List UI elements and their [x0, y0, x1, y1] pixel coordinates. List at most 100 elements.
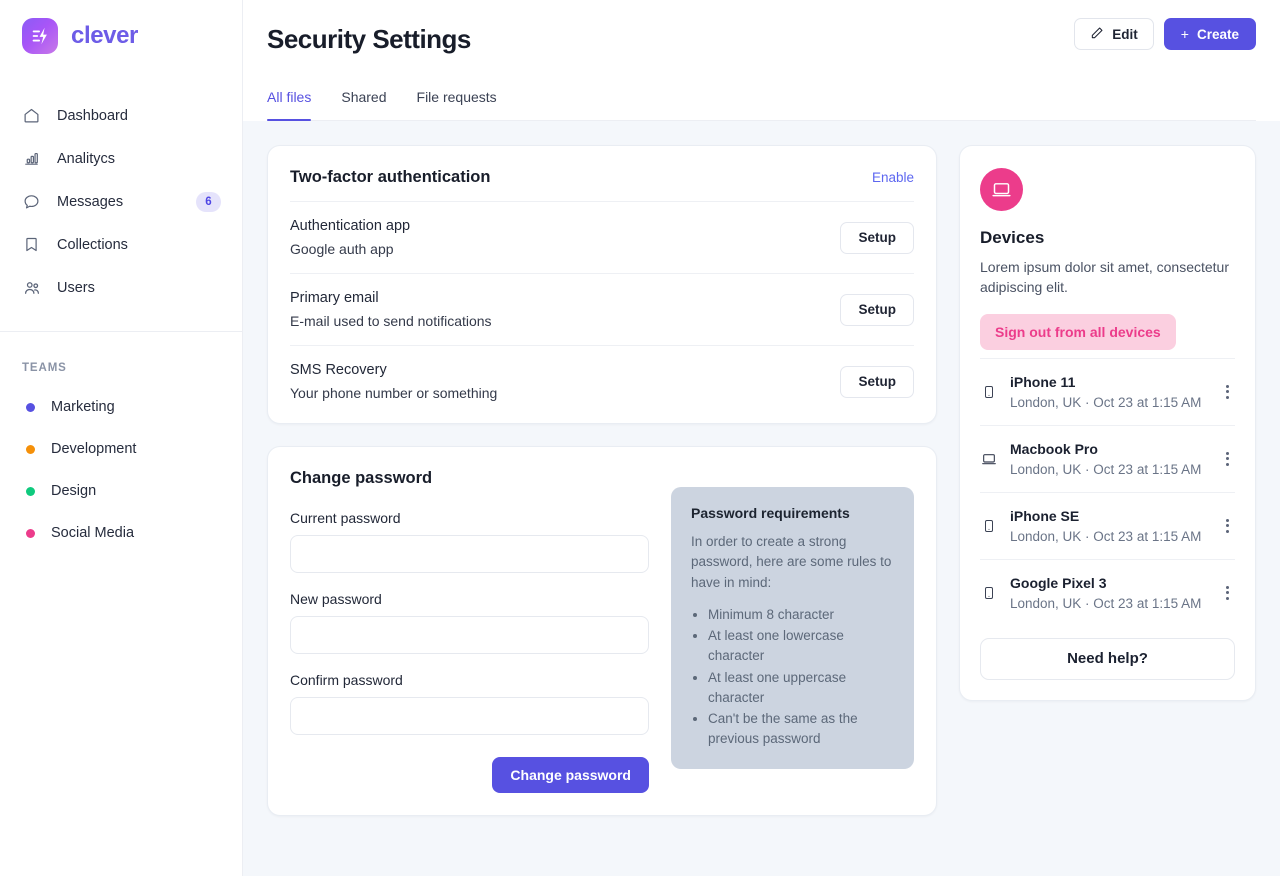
- teams-heading: TEAMS: [22, 362, 67, 374]
- enable-link[interactable]: Enable: [872, 170, 914, 185]
- new-password-input[interactable]: [290, 616, 649, 654]
- row-title: Primary email: [290, 290, 379, 306]
- right-column: Devices Lorem ipsum dolor sit amet, cons…: [959, 145, 1256, 701]
- current-password-field-group: Current password: [290, 510, 649, 573]
- plus-icon: +: [1180, 26, 1189, 42]
- messages-badge: 6: [196, 191, 221, 212]
- device-overflow-menu-icon[interactable]: [1219, 518, 1235, 533]
- row-text: Primary email E-mail used to send notifi…: [290, 290, 492, 329]
- laptop-icon: [980, 451, 998, 467]
- bookmark-icon: [22, 235, 41, 254]
- create-button[interactable]: + Create: [1163, 18, 1256, 50]
- phone-icon: [980, 519, 998, 533]
- current-password-label: Current password: [290, 510, 401, 526]
- edit-button[interactable]: Edit: [1074, 18, 1154, 50]
- password-requirements-list: Minimum 8 character At least one lowerca…: [708, 605, 894, 750]
- sidebar: clever Dashboard Analitycs Messages 6 Co…: [0, 0, 243, 876]
- setup-button[interactable]: Setup: [840, 221, 914, 254]
- row-text: SMS Recovery Your phone number or someth…: [290, 362, 497, 401]
- main-area: Security Settings Edit + Create All file…: [243, 0, 1280, 876]
- sidebar-item-label: Analitycs: [57, 150, 116, 167]
- device-row-body: iPhone 11 London, UK · Oct 23 at 1:15 AM: [1010, 374, 1207, 410]
- team-color-dot: [26, 528, 35, 538]
- two-factor-row: Primary email E-mail used to send notifi…: [290, 273, 914, 345]
- device-name: Google Pixel 3: [1010, 574, 1107, 591]
- sidebar-nav: Dashboard Analitycs Messages 6 Collectio…: [0, 94, 242, 309]
- confirm-password-field-group: Confirm password: [290, 672, 649, 735]
- change-password-title: Change password: [290, 469, 433, 487]
- device-row[interactable]: Google Pixel 3 London, UK · Oct 23 at 1:…: [980, 558, 1235, 626]
- brand[interactable]: clever: [0, 14, 242, 58]
- sign-out-all-devices-button[interactable]: Sign out from all devices: [980, 313, 1176, 350]
- chat-bubble-icon: [22, 192, 41, 211]
- team-item-design[interactable]: Design: [0, 470, 242, 512]
- setup-button[interactable]: Setup: [840, 365, 914, 398]
- row-subtitle: Google auth app: [290, 241, 394, 257]
- team-item-marketing[interactable]: Marketing: [0, 386, 242, 428]
- row-title: Authentication app: [290, 218, 411, 234]
- tab-bar: All files Shared File requests: [267, 89, 1256, 121]
- confirm-password-input[interactable]: [290, 697, 649, 735]
- tab-file-requests[interactable]: File requests: [417, 89, 497, 120]
- phone-icon: [980, 586, 998, 600]
- tab-shared[interactable]: Shared: [341, 89, 386, 120]
- sidebar-item-label: Users: [57, 279, 95, 296]
- device-row[interactable]: iPhone SE London, UK · Oct 23 at 1:15 AM: [980, 491, 1235, 559]
- password-requirement-item: Can't be the same as the previous passwo…: [708, 709, 894, 750]
- device-row[interactable]: iPhone 11 London, UK · Oct 23 at 1:15 AM: [980, 357, 1235, 425]
- sidebar-item-dashboard[interactable]: Dashboard: [0, 94, 242, 137]
- new-password-field-group: New password: [290, 591, 649, 654]
- left-column: Two-factor authentication Enable Authent…: [267, 145, 937, 816]
- sidebar-item-label: Collections: [57, 236, 128, 253]
- password-requirements-intro: In order to create a strong password, he…: [691, 534, 892, 590]
- team-label: Marketing: [51, 399, 115, 415]
- device-overflow-menu-icon[interactable]: [1219, 384, 1235, 399]
- password-requirements-title: Password requirements: [691, 505, 850, 521]
- row-text: Authentication app Google auth app: [290, 218, 410, 257]
- device-overflow-menu-icon[interactable]: [1219, 451, 1235, 466]
- phone-icon: [980, 385, 998, 399]
- sidebar-item-messages[interactable]: Messages 6: [0, 180, 242, 223]
- devices-card: Devices Lorem ipsum dolor sit amet, cons…: [959, 145, 1256, 701]
- devices-description: Lorem ipsum dolor sit amet, consectetur …: [980, 259, 1229, 296]
- sidebar-item-label: Dashboard: [57, 107, 128, 124]
- team-label: Design: [51, 483, 97, 499]
- team-item-development[interactable]: Development: [0, 428, 242, 470]
- device-row-body: Google Pixel 3 London, UK · Oct 23 at 1:…: [1010, 575, 1207, 611]
- device-name: iPhone 11: [1010, 373, 1076, 390]
- change-password-card: Change password Current password New pas…: [267, 446, 937, 816]
- password-requirement-item: At least one lowercase character: [708, 626, 894, 667]
- devices-title: Devices: [980, 228, 1045, 247]
- current-password-input[interactable]: [290, 535, 649, 573]
- device-row[interactable]: Macbook Pro London, UK · Oct 23 at 1:15 …: [980, 424, 1235, 492]
- content-area: Two-factor authentication Enable Authent…: [243, 121, 1280, 876]
- two-factor-header: Two-factor authentication Enable: [290, 168, 914, 187]
- bar-chart-icon: [22, 149, 41, 168]
- row-subtitle: Your phone number or something: [290, 385, 498, 401]
- need-help-button[interactable]: Need help?: [980, 637, 1235, 680]
- home-icon: [22, 106, 41, 125]
- teams-list: Marketing Development Design Social Medi…: [0, 386, 242, 554]
- setup-button[interactable]: Setup: [840, 293, 914, 326]
- device-row-body: Macbook Pro London, UK · Oct 23 at 1:15 …: [1010, 441, 1207, 477]
- sidebar-item-analitycs[interactable]: Analitycs: [0, 137, 242, 180]
- create-button-label: Create: [1196, 26, 1239, 42]
- sidebar-item-collections[interactable]: Collections: [0, 223, 242, 266]
- new-password-label: New password: [290, 591, 382, 607]
- device-meta: London, UK · Oct 23 at 1:15 AM: [1010, 394, 1202, 410]
- password-requirements-panel: Password requirements In order to create…: [671, 487, 914, 769]
- change-password-button[interactable]: Change password: [492, 757, 649, 793]
- pencil-icon: [1090, 26, 1104, 43]
- tab-all-files[interactable]: All files: [267, 89, 312, 121]
- device-overflow-menu-icon[interactable]: [1219, 585, 1235, 600]
- device-name: iPhone SE: [1010, 507, 1080, 524]
- device-row-body: iPhone SE London, UK · Oct 23 at 1:15 AM: [1010, 508, 1207, 544]
- app-root: clever Dashboard Analitycs Messages 6 Co…: [0, 0, 1280, 876]
- confirm-password-label: Confirm password: [290, 672, 403, 688]
- sidebar-item-users[interactable]: Users: [0, 266, 242, 309]
- brand-name: clever: [71, 22, 138, 49]
- team-item-social-media[interactable]: Social Media: [0, 512, 242, 554]
- device-meta: London, UK · Oct 23 at 1:15 AM: [1010, 595, 1202, 611]
- team-color-dot: [26, 402, 35, 412]
- password-requirement-item: Minimum 8 character: [708, 605, 894, 625]
